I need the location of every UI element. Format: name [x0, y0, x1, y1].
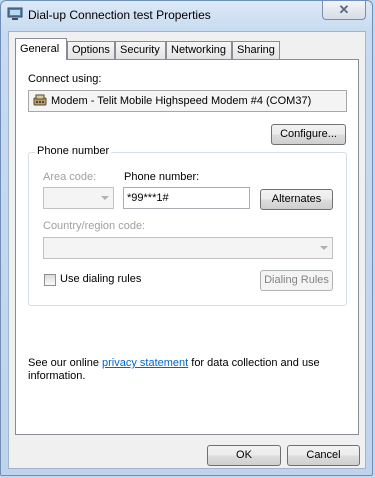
privacy-text-pre: See our online: [28, 357, 102, 369]
privacy-statement-link[interactable]: privacy statement: [102, 357, 188, 369]
tab-sharing[interactable]: Sharing: [232, 41, 280, 59]
chevron-down-icon: [320, 246, 328, 250]
phone-number-label: Phone number:: [124, 171, 200, 183]
phone-number-input[interactable]: *99***1#: [123, 187, 250, 209]
device-display: Modem - Telit Mobile Highspeed Modem #4 …: [28, 90, 347, 112]
area-code-label: Area code:: [43, 171, 97, 183]
ok-button[interactable]: OK: [207, 445, 281, 466]
dialog-client: General Options Security Networking Shar…: [8, 31, 366, 469]
title-bar[interactable]: Dial-up Connection test Properties ✕: [1, 1, 372, 29]
country-region-combo[interactable]: [43, 237, 333, 259]
privacy-notice: See our online privacy statement for dat…: [28, 357, 328, 383]
chevron-down-icon: [101, 196, 109, 200]
phone-number-group-label: Phone number: [35, 145, 112, 157]
cancel-button[interactable]: Cancel: [287, 445, 360, 466]
use-dialing-rules-label[interactable]: Use dialing rules: [60, 273, 141, 285]
dialing-rules-button[interactable]: Dialing Rules: [260, 270, 333, 291]
alternates-button[interactable]: Alternates: [260, 189, 333, 210]
tab-networking[interactable]: Networking: [166, 41, 232, 59]
configure-button[interactable]: Configure...: [271, 124, 346, 145]
tab-options[interactable]: Options: [67, 41, 115, 59]
network-connection-icon: [7, 7, 23, 20]
close-button[interactable]: ✕: [322, 1, 366, 20]
connect-using-label: Connect using:: [28, 73, 102, 85]
tab-general[interactable]: General: [15, 38, 67, 60]
phone-number-group: Phone number Area code: Phone number: *9…: [28, 145, 347, 306]
properties-window: Dial-up Connection test Properties ✕ Gen…: [0, 0, 373, 476]
tab-security[interactable]: Security: [115, 41, 166, 59]
device-name: Modem - Telit Mobile Highspeed Modem #4 …: [51, 95, 312, 107]
country-region-label: Country/region code:: [43, 220, 146, 232]
close-icon: ✕: [338, 2, 350, 17]
area-code-combo[interactable]: [43, 187, 114, 209]
window-title: Dial-up Connection test Properties: [28, 8, 211, 22]
use-dialing-rules-checkbox[interactable]: [44, 274, 56, 286]
modem-icon: [33, 94, 47, 106]
general-panel: Connect using: Modem - Telit Mobile High…: [15, 59, 359, 435]
